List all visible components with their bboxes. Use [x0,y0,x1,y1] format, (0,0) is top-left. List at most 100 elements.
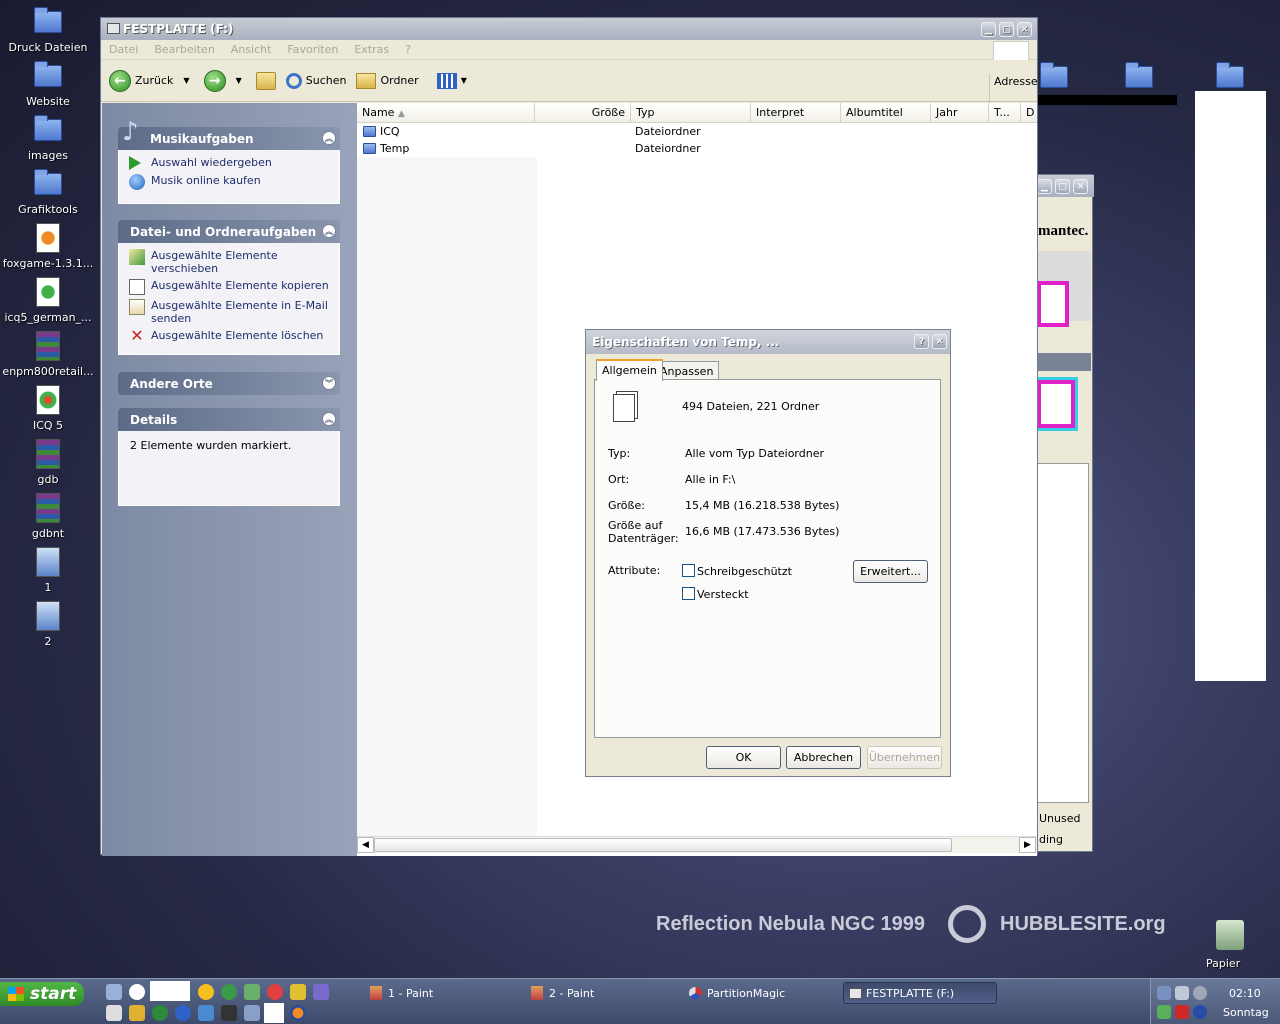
minimize-icon[interactable]: ▁ [1037,179,1052,194]
readonly-checkbox[interactable] [682,564,695,577]
desktop-icon-gdbnt[interactable]: gdbnt [0,492,96,540]
expand-icon[interactable]: ︾ [322,376,336,390]
music-tasks-header[interactable]: ♪ Musikaufgaben ︽ [118,117,340,150]
taskbar-task-paint-2[interactable]: 2 - Paint [527,982,683,1004]
network-icon[interactable] [1157,986,1171,1000]
copy-selected-link[interactable]: Ausgewählte Elemente kopieren [129,279,329,295]
menu-extras[interactable]: Extras [346,43,397,56]
file-tasks-header[interactable]: Datei- und Ordneraufgaben ︽ [118,220,340,243]
table-row[interactable]: ICQ Dateiordner [357,123,1037,140]
taskbar-task-partitionmagic[interactable]: PartitionMagic [685,982,841,1004]
col-artist[interactable]: Interpret [751,103,841,122]
desktop-folder-icon[interactable] [1040,62,1068,88]
collapse-icon[interactable]: ︽ [322,412,336,426]
desktop-folder-icon[interactable] [1125,62,1153,88]
dialog-titlebar[interactable]: Eigenschaften von Temp, ... ? ✕ [586,330,950,354]
quicklaunch-icon[interactable] [244,1005,260,1021]
desktop-icon-druck-dateien[interactable]: Druck Dateien [0,6,96,54]
search-button[interactable]: Suchen [285,72,346,89]
col-size[interactable]: Größe [535,103,631,122]
col-album[interactable]: Albumtitel [841,103,931,122]
quicklaunch-icon[interactable] [152,1005,168,1021]
play-selection-link[interactable]: Auswahl wiedergeben [129,156,329,170]
table-row[interactable]: Temp Dateiordner [357,140,1037,157]
desktop-icon-enpm800retail[interactable]: enpm800retail... [0,330,96,378]
desktop-icon-foxgame[interactable]: foxgame-1.3.1... [0,222,96,270]
delete-selected-link[interactable]: ✕ Ausgewählte Elemente löschen [129,328,329,345]
minimize-icon[interactable]: ▁ [981,22,996,37]
quicklaunch-icon[interactable] [106,1005,122,1021]
help-icon[interactable]: ? [914,334,929,349]
email-selected-link[interactable]: Ausgewählte Elemente in E-Mail senden [129,299,329,325]
quicklaunch-icon[interactable] [129,1005,145,1021]
desktop-icon-1[interactable]: 1 [0,546,96,594]
tab-allgemein[interactable]: Allgemein [596,359,663,381]
quicklaunch-icon[interactable] [290,984,306,1000]
info-icon[interactable] [198,984,214,1000]
close-icon[interactable]: ✕ [932,334,947,349]
quicklaunch-icon[interactable] [106,984,122,1000]
quicklaunch-icon[interactable] [198,1005,214,1021]
background-window[interactable]: ▁ □ ✕ mantec. Unused ding [1030,174,1094,852]
col-name[interactable]: Name ▲ [357,103,535,122]
tray-icon[interactable] [1175,1005,1189,1019]
recycle-bin-icon[interactable] [1216,920,1244,950]
other-places-header[interactable]: Andere Orte ︾ [118,372,340,395]
scroll-thumb[interactable] [374,838,952,852]
quicklaunch-icon[interactable] [313,984,329,1000]
menu-help[interactable]: ? [397,43,419,56]
taskbar-task-festplatte[interactable]: FESTPLATTE (F:) [843,982,997,1004]
horizontal-scrollbar[interactable]: ◀ ▶ [357,836,1037,853]
quicklaunch-blank[interactable] [264,1003,284,1023]
back-button[interactable]: ← Zurück ▼ [109,69,190,92]
buy-music-link[interactable]: Musik online kaufen [129,174,329,190]
maximize-icon[interactable]: □ [999,22,1014,37]
forward-button[interactable]: → ▼ [203,69,242,92]
close-icon[interactable]: ✕ [1073,179,1088,194]
explorer-titlebar[interactable]: FESTPLATTE (F:) ▁ □ ✕ [101,18,1037,40]
volume-icon[interactable] [1175,986,1189,1000]
quicklaunch-blank[interactable] [150,981,190,1001]
menu-ansicht[interactable]: Ansicht [223,43,280,56]
move-selected-link[interactable]: Ausgewählte Elemente verschieben [129,249,329,275]
scroll-left-icon[interactable]: ◀ [357,837,374,853]
col-type[interactable]: Typ [631,103,751,122]
tray-icon[interactable] [1193,1005,1207,1019]
start-button[interactable]: start [0,982,84,1006]
tray-icon[interactable] [1193,986,1207,1000]
desktop-icon-gdb[interactable]: gdb [0,438,96,486]
collapse-icon[interactable]: ︽ [322,224,336,238]
firefox-icon[interactable] [290,1005,306,1021]
tray-icon[interactable] [1157,1005,1171,1019]
menu-datei[interactable]: Datei [101,43,146,56]
clock[interactable]: 02:10 [1229,987,1261,1000]
advanced-button[interactable]: Erweitert... [853,560,928,583]
quicklaunch-icon[interactable] [267,984,283,1000]
hidden-label[interactable]: Versteckt [697,588,749,601]
chevron-down-icon[interactable]: ▼ [461,76,467,85]
details-header[interactable]: Details ︽ [118,408,340,431]
chevron-down-icon[interactable]: ▼ [236,76,242,85]
taskbar-task-paint-1[interactable]: 1 - Paint [366,982,522,1004]
desktop-icon-icq5-german[interactable]: icq5_german_... [0,276,96,324]
col-track[interactable]: T... [989,103,1021,122]
scroll-right-icon[interactable]: ▶ [1019,837,1036,853]
maximize-icon[interactable]: □ [1055,179,1070,194]
properties-dialog[interactable]: Eigenschaften von Temp, ... ? ✕ Allgemei… [585,329,951,777]
desktop-icon-website[interactable]: Website [0,60,96,108]
desktop-icon-2[interactable]: 2 [0,600,96,648]
menu-bearbeiten[interactable]: Bearbeiten [146,43,222,56]
chevron-down-icon[interactable]: ▼ [183,76,189,85]
ok-button[interactable]: OK [706,746,781,769]
quicklaunch-icon[interactable] [175,1005,191,1021]
tab-anpassen[interactable]: Anpassen [654,361,720,381]
views-button[interactable]: ▼ [436,72,467,89]
quicklaunch-icon[interactable] [221,1005,237,1021]
quicklaunch-icon[interactable] [221,984,237,1000]
quicklaunch-icon[interactable] [244,984,260,1000]
up-folder-button[interactable] [255,71,276,90]
quicklaunch-icon[interactable] [129,984,145,1000]
collapse-icon[interactable]: ︽ [322,131,336,145]
apply-button[interactable]: Übernehmen [867,746,942,769]
readonly-label[interactable]: Schreibgeschützt [697,565,792,578]
